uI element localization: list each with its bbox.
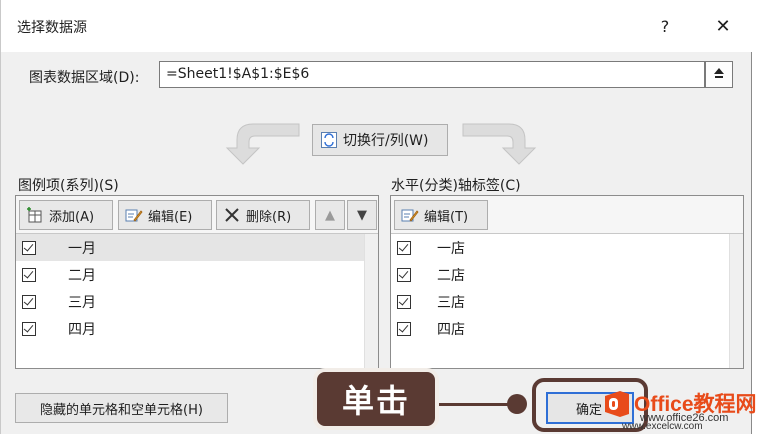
office-logo-icon xyxy=(605,391,629,417)
axis-item-checkbox[interactable] xyxy=(397,267,411,282)
remove-series-label: 删除(R) xyxy=(246,209,292,225)
legend-toolbar: 添加(A) 编辑(E) 删除(R) ▲ ▼ xyxy=(16,196,378,234)
axis-item-checkbox[interactable] xyxy=(397,240,411,255)
callout-connector-dot xyxy=(507,394,527,414)
axis-item-3[interactable]: 三店 xyxy=(391,288,743,315)
axis-item-label: 二店 xyxy=(437,267,465,284)
callout-connector-line xyxy=(439,403,514,406)
hidden-empty-cells-button[interactable]: 隐藏的单元格和空单元格(H) xyxy=(15,393,228,423)
click-callout: 单击 xyxy=(313,368,439,430)
axis-item-checkbox[interactable] xyxy=(397,321,411,336)
remove-x-icon xyxy=(225,208,239,222)
triangle-down-icon: ▼ xyxy=(357,207,367,223)
edit-axis-labels-label: 编辑(T) xyxy=(424,209,469,225)
legend-item-2[interactable]: 二月 xyxy=(16,261,378,288)
legend-entries-panel: 添加(A) 编辑(E) 删除(R) ▲ ▼ 一月 二月 三月 四月 xyxy=(15,195,379,369)
axis-item-label: 四店 xyxy=(437,321,465,338)
axis-item-label: 一店 xyxy=(437,240,465,257)
collapse-up-icon xyxy=(714,68,724,78)
watermark-bottom-url: www.excelcw.com xyxy=(622,421,703,432)
add-series-button[interactable]: 添加(A) xyxy=(19,200,113,230)
add-table-icon xyxy=(27,207,42,223)
edit-series-button[interactable]: 编辑(E) xyxy=(118,200,212,230)
help-button[interactable]: ? xyxy=(651,14,679,40)
legend-item-4[interactable]: 四月 xyxy=(16,315,378,342)
legend-item-label: 二月 xyxy=(68,267,96,284)
edit-axis-labels-button[interactable]: 编辑(T) xyxy=(394,200,488,230)
legend-item-checkbox[interactable] xyxy=(22,240,36,255)
chart-range-label: 图表数据区域(D): xyxy=(29,70,140,86)
axis-item-label: 三店 xyxy=(437,294,465,311)
close-button[interactable]: ✕ xyxy=(707,14,739,40)
axis-labels-panel: 编辑(T) 一店 二店 三店 四店 xyxy=(390,195,744,369)
add-series-label: 添加(A) xyxy=(49,209,95,225)
edit-icon xyxy=(401,209,419,222)
legend-item-label: 四月 xyxy=(68,321,96,338)
axis-item-2[interactable]: 二店 xyxy=(391,261,743,288)
legend-item-3[interactable]: 三月 xyxy=(16,288,378,315)
switch-row-column-label: 切换行/列(W) xyxy=(343,133,429,149)
curved-arrow-right-icon xyxy=(462,123,537,165)
curved-arrow-left-icon xyxy=(225,123,300,165)
move-up-button[interactable]: ▲ xyxy=(315,200,345,230)
move-down-button[interactable]: ▼ xyxy=(347,200,377,230)
axis-scrollbar[interactable] xyxy=(729,234,743,368)
chart-range-input[interactable]: =Sheet1!$A$1:$E$6 xyxy=(159,61,705,88)
remove-series-button[interactable]: 删除(R) xyxy=(216,200,310,230)
legend-item-label: 一月 xyxy=(68,240,96,257)
triangle-up-icon: ▲ xyxy=(325,207,335,223)
legend-list: 一月 二月 三月 四月 xyxy=(16,234,378,342)
legend-item-checkbox[interactable] xyxy=(22,267,36,282)
legend-scrollbar[interactable] xyxy=(364,234,378,368)
legend-item-label: 三月 xyxy=(68,294,96,311)
switch-row-column-button[interactable]: 切换行/列(W) xyxy=(312,124,448,156)
switch-icon xyxy=(321,132,337,148)
axis-list: 一店 二店 三店 四店 xyxy=(391,234,743,342)
axis-item-checkbox[interactable] xyxy=(397,294,411,309)
collapse-range-button[interactable] xyxy=(705,61,733,88)
legend-item-checkbox[interactable] xyxy=(22,321,36,336)
edit-series-label: 编辑(E) xyxy=(148,209,193,225)
axis-labels-label: 水平(分类)轴标签(C) xyxy=(391,178,521,194)
axis-item-1[interactable]: 一店 xyxy=(391,234,743,261)
axis-toolbar: 编辑(T) xyxy=(391,196,743,234)
legend-item-checkbox[interactable] xyxy=(22,294,36,309)
title-bar: 选择数据源 ? ✕ xyxy=(1,0,753,52)
legend-entries-label: 图例项(系列)(S) xyxy=(18,178,119,194)
legend-item-1[interactable]: 一月 xyxy=(16,234,378,261)
edit-icon xyxy=(125,209,143,222)
dialog-title: 选择数据源 xyxy=(17,20,87,36)
axis-item-4[interactable]: 四店 xyxy=(391,315,743,342)
